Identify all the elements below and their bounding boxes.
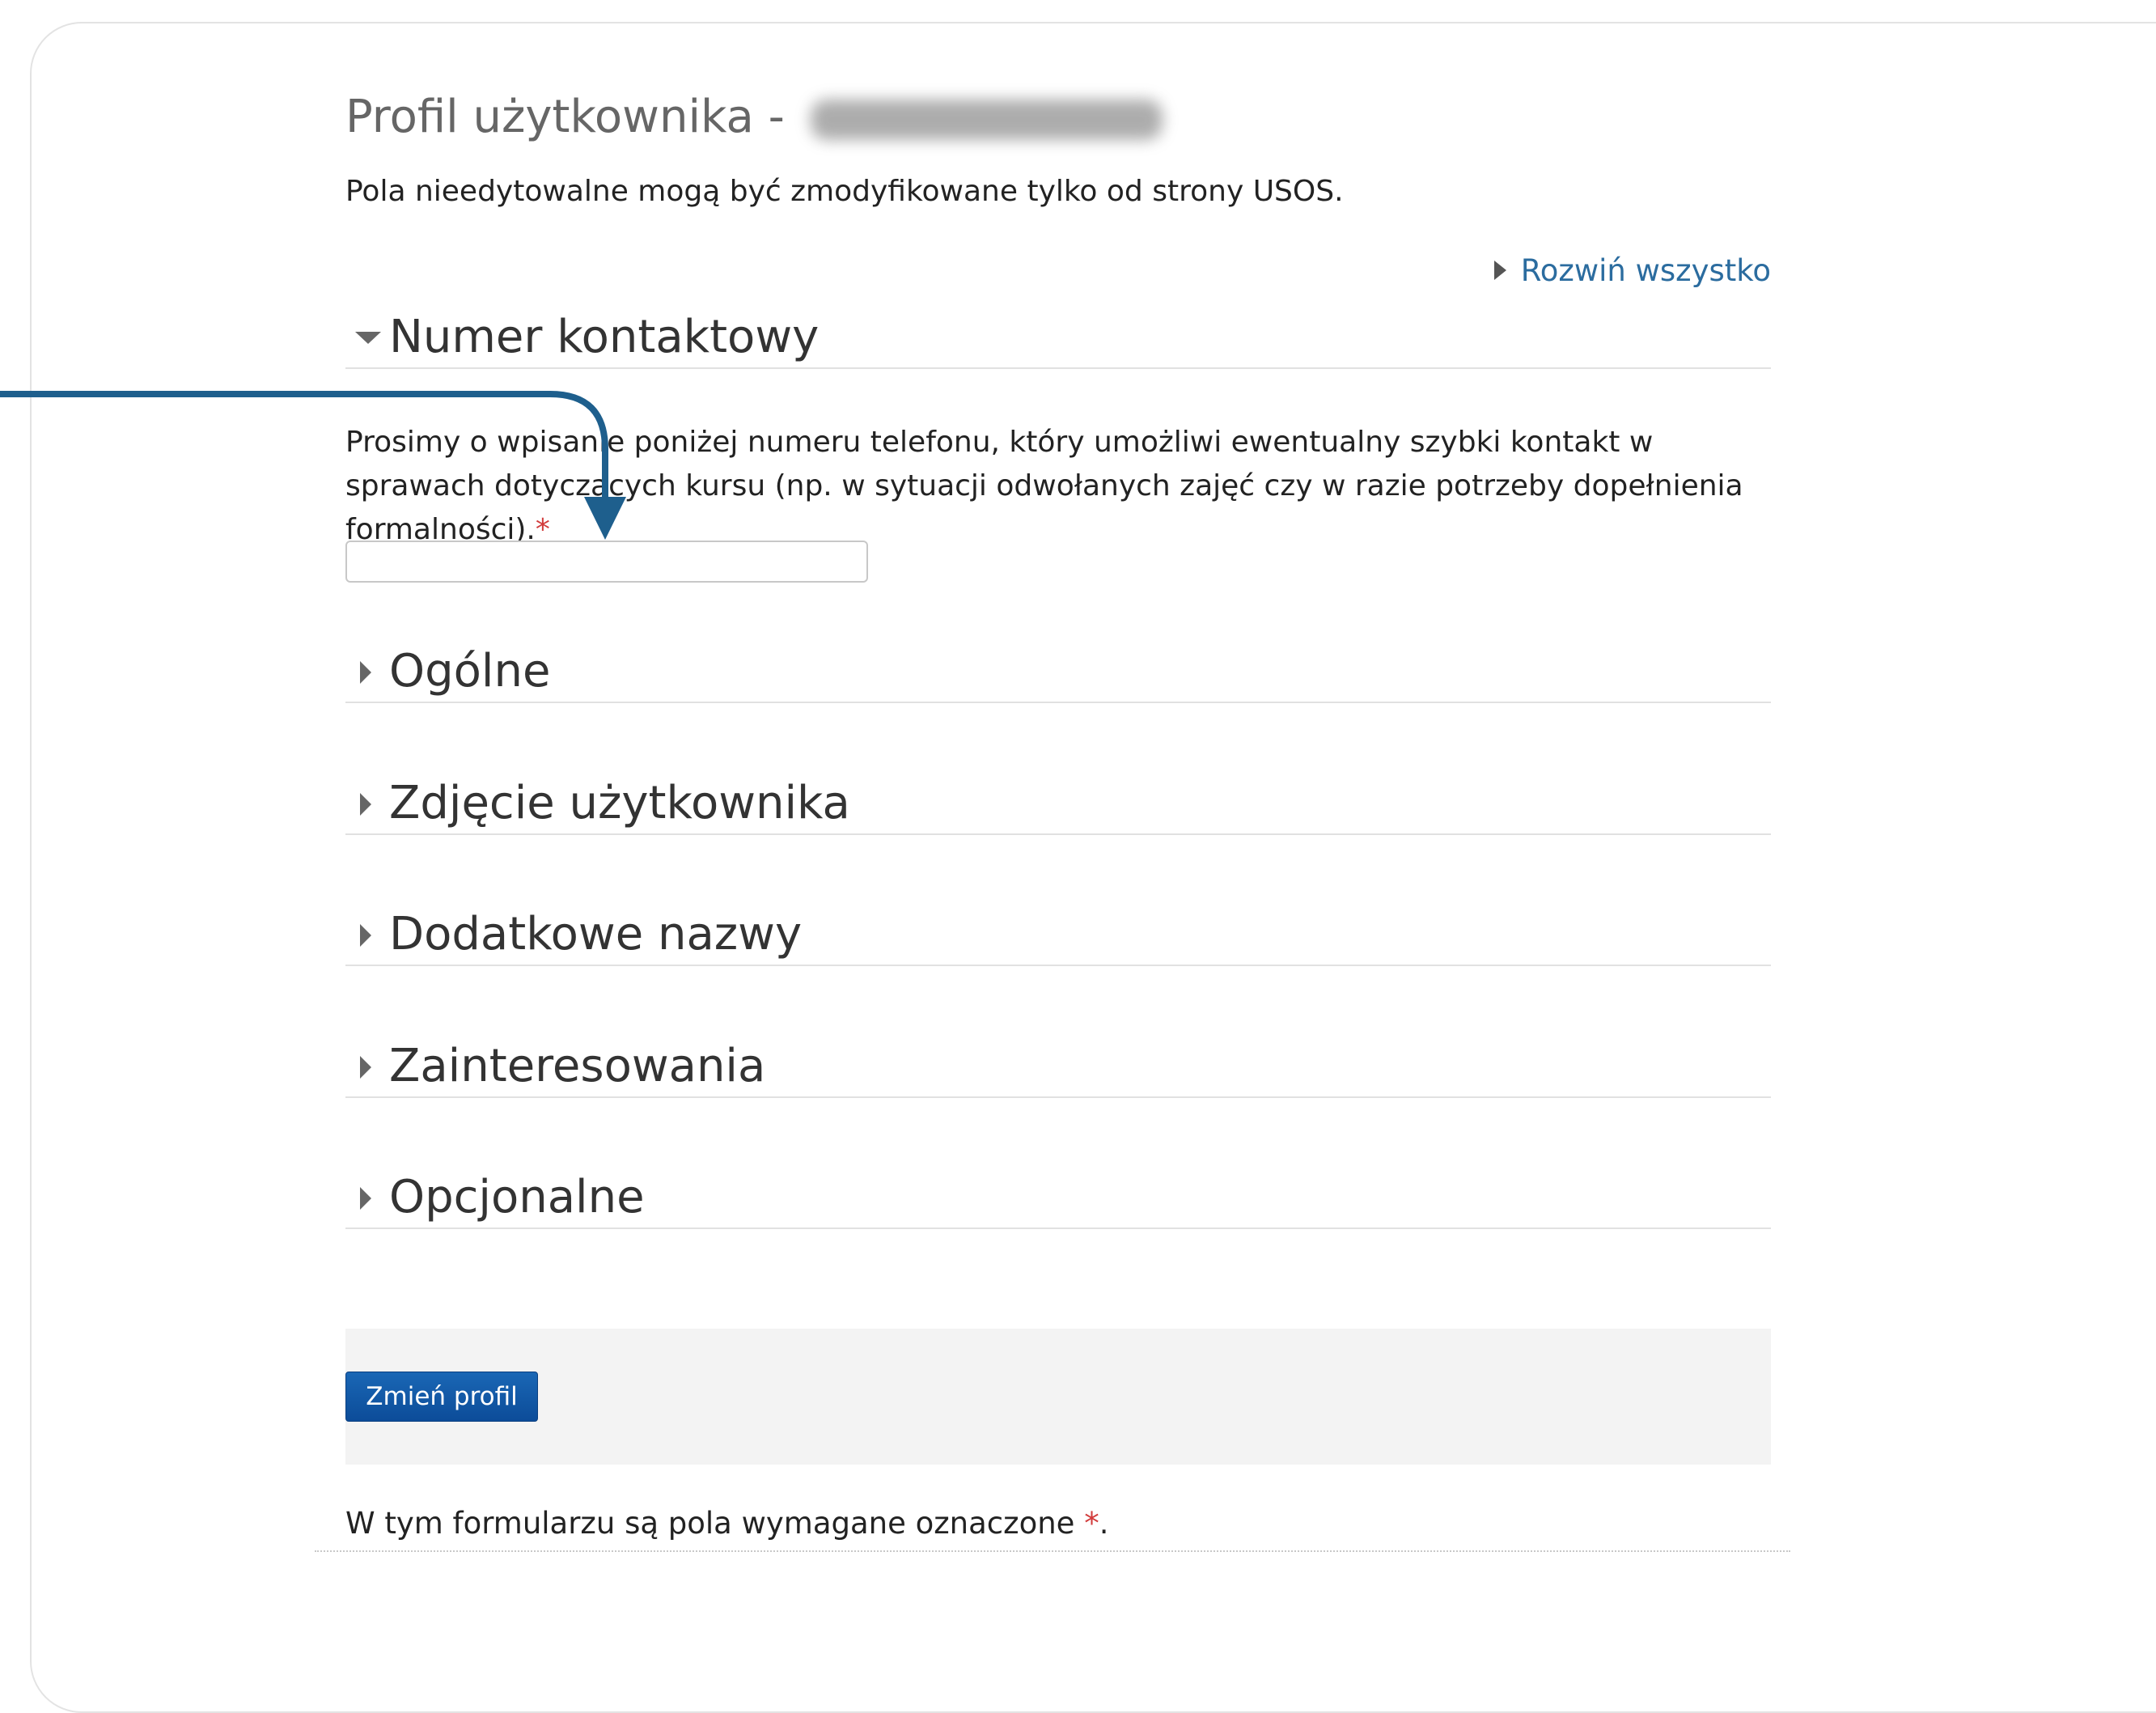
section-header-interests[interactable]: Zainteresowania <box>345 1037 1771 1098</box>
section-label: Dodatkowe nazwy <box>389 908 803 960</box>
section-label: Opcjonalne <box>389 1171 645 1223</box>
expand-all-label: Rozwiń wszystko <box>1520 253 1771 288</box>
section-header-contact[interactable]: Numer kontaktowy <box>345 307 1771 369</box>
note-period: . <box>1099 1506 1109 1541</box>
expand-all-link[interactable]: Rozwiń wszystko <box>1493 251 1771 291</box>
triangle-down-icon <box>355 332 381 344</box>
triangle-right-icon <box>360 793 371 816</box>
update-profile-button[interactable]: Zmień profil <box>345 1372 538 1422</box>
triangle-right-icon <box>360 1187 371 1210</box>
intro-text: Pola nieedytowalne mogą być zmodyfikowan… <box>345 175 1344 208</box>
phone-description: Prosimy o wpisanie poniżej numeru telefo… <box>345 421 1771 552</box>
section-label: Zdjęcie użytkownika <box>389 777 850 829</box>
form-actions: Zmień profil <box>345 1329 1771 1465</box>
triangle-right-icon <box>360 1056 371 1079</box>
required-asterisk: * <box>1084 1506 1099 1541</box>
section-label: Numer kontaktowy <box>389 311 820 363</box>
required-fields-note-text: W tym formularzu są pola wymagane oznacz… <box>345 1506 1075 1541</box>
triangle-right-icon <box>360 924 371 947</box>
required-fields-note: W tym formularzu są pola wymagane oznacz… <box>345 1503 1108 1544</box>
triangle-right-icon <box>360 661 371 684</box>
section-label: Ogólne <box>389 645 551 697</box>
dotted-divider <box>315 1550 1790 1552</box>
page-title: Profil użytkownika - <box>345 81 1163 154</box>
section-label: Zainteresowania <box>389 1040 766 1092</box>
blurred-user-name <box>810 99 1163 140</box>
phone-description-text: Prosimy o wpisanie poniżej numeru telefo… <box>345 426 1743 546</box>
section-header-optional[interactable]: Opcjonalne <box>345 1168 1771 1229</box>
section-header-additional-names[interactable]: Dodatkowe nazwy <box>345 905 1771 966</box>
section-header-user-photo[interactable]: Zdjęcie użytkownika <box>345 774 1771 835</box>
page-title-text: Profil użytkownika - <box>345 91 785 143</box>
phone-number-input[interactable] <box>345 541 868 583</box>
triangle-right-icon <box>1493 260 1506 280</box>
section-header-general[interactable]: Ogólne <box>345 642 1771 703</box>
